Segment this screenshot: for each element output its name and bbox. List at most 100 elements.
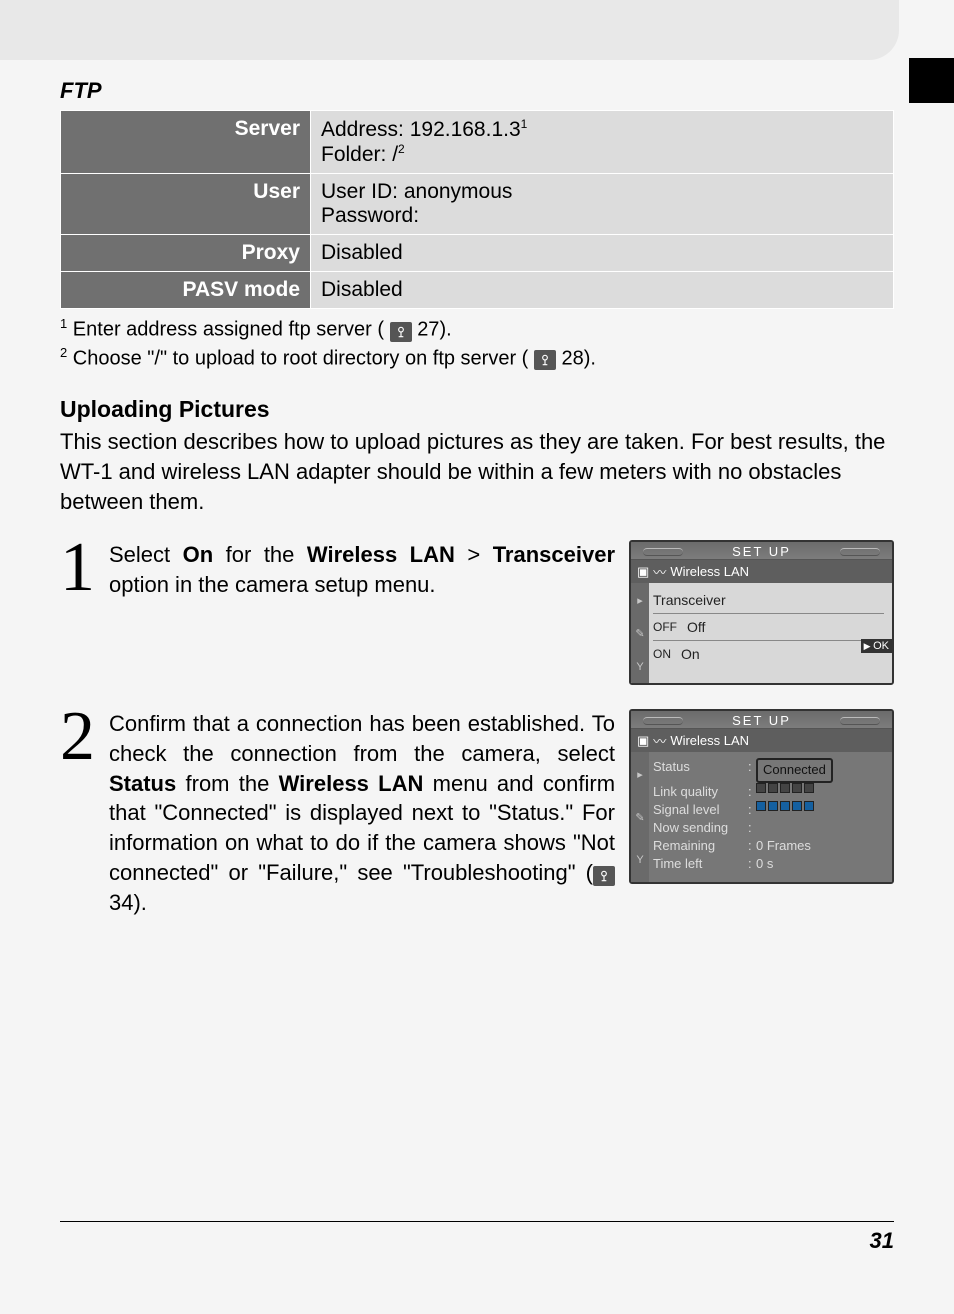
lcd-on-row[interactable]: ON On [653, 643, 884, 665]
wrench-icon: Y [636, 661, 643, 673]
lcd-subtitle-bar: ▣ 〰 Wireless LAN [631, 729, 892, 752]
colon: : [748, 783, 756, 801]
lcd-screenshot-2: SET UP ▣ 〰 Wireless LAN ▸ ✎ Y Status: [629, 709, 894, 917]
footnote-ref-1: 1 [521, 117, 528, 131]
camera-icon: ▸ [637, 594, 643, 607]
page-content: FTP Server Address: 192.168.1.31 Folder:… [0, 60, 954, 917]
lcd-subtitle: Wireless LAN [670, 564, 749, 579]
colon: : [748, 819, 756, 837]
lcd-heading-row: Transceiver [653, 589, 884, 611]
table-row: User User ID: anonymous Password: [61, 174, 894, 235]
pencil-icon: ✎ [635, 627, 644, 640]
server-folder: Folder: / [321, 143, 398, 166]
t: > [455, 542, 493, 567]
user-value: User ID: anonymous Password: [311, 174, 894, 235]
t: from the [176, 771, 278, 796]
bold-menu: Wireless LAN [279, 771, 424, 796]
lcd-side-icons: ▸ ✎ Y [631, 752, 649, 881]
ftp-heading: FTP [60, 78, 894, 104]
separator [653, 640, 884, 641]
t: Select [109, 542, 183, 567]
user-id: User ID: anonymous [321, 180, 512, 203]
signal-level-key: Signal level [653, 801, 748, 819]
bold-on: On [183, 542, 214, 567]
link-quality-bars [756, 783, 814, 801]
t: option in the camera setup menu. [109, 572, 436, 597]
step-number: 2 [60, 709, 95, 917]
step-text: Select On for the Wireless LAN > Transce… [109, 540, 615, 685]
pencil-icon: ✎ [635, 811, 644, 824]
step-1: 1 Select On for the Wireless LAN > Trans… [60, 540, 894, 685]
remaining-key: Remaining [653, 837, 748, 855]
footnotes: 1 Enter address assigned ftp server ( 27… [60, 315, 894, 372]
colon: : [748, 758, 756, 782]
page-number: 31 [870, 1228, 894, 1253]
bold-menu: Wireless LAN [307, 542, 455, 567]
camera-icon: ▸ [637, 768, 643, 781]
pasv-value: Disabled [311, 272, 894, 309]
bold-status: Status [109, 771, 176, 796]
link-quality-row: Link quality: [653, 783, 884, 801]
lcd-body: ▸ ✎ Y Status: Connected Link quality: [631, 752, 892, 881]
section-intro: This section describes how to upload pic… [60, 427, 894, 516]
page-ref-number: 28 [561, 347, 583, 369]
lcd-title: SET UP [631, 711, 892, 729]
lcd-subtitle-bar: ▣ 〰 Wireless LAN [631, 560, 892, 583]
page-edge-tab [909, 58, 954, 103]
page-ref-icon [593, 866, 615, 886]
footnote-text: ). [584, 347, 596, 369]
now-sending-key: Now sending [653, 819, 748, 837]
wireless-icon: 〰 [653, 731, 666, 750]
table-row: Server Address: 192.168.1.31 Folder: /2 [61, 111, 894, 174]
page-footer: 31 [60, 1221, 894, 1254]
lcd-body: ▸ ✎ Y Transceiver OFF Off ON [631, 583, 892, 683]
table-row: PASV mode Disabled [61, 272, 894, 309]
table-row: Proxy Disabled [61, 235, 894, 272]
top-grey-block [0, 0, 899, 60]
play-icon: ▣ [637, 733, 649, 749]
user-label: User [61, 174, 311, 235]
ok-indicator[interactable]: OK [861, 639, 892, 653]
signal-level-bars [756, 801, 814, 819]
now-sending-row: Now sending: [653, 819, 884, 837]
page-ref-number: 34 [109, 890, 133, 915]
status-row: Status: Connected [653, 758, 884, 782]
footnote-2: 2 Choose "/" to upload to root directory… [60, 344, 894, 373]
time-left-key: Time left [653, 855, 748, 873]
section-heading: Uploading Pictures [60, 396, 894, 423]
step-text: Confirm that a connection has been estab… [109, 709, 615, 917]
lcd-frame: SET UP ▣ 〰 Wireless LAN ▸ ✎ Y Status: [629, 709, 894, 883]
footnote-text: ). [439, 319, 451, 341]
bold-option: Transceiver [493, 542, 615, 567]
server-address: Address: 192.168.1.3 [321, 118, 521, 141]
lcd-side-icons: ▸ ✎ Y [631, 583, 649, 683]
off-label: Off [687, 619, 705, 635]
footnote-number: 2 [60, 345, 67, 360]
lcd-screenshot-1: SET UP ▣ 〰 Wireless LAN ▸ ✎ Y Transceive… [629, 540, 894, 685]
lcd-off-row[interactable]: OFF Off [653, 616, 884, 638]
colon: : [748, 855, 756, 873]
lcd-menu-heading: Transceiver [653, 592, 726, 608]
proxy-value: Disabled [311, 235, 894, 272]
lcd-subtitle: Wireless LAN [670, 733, 749, 748]
colon: : [748, 837, 756, 855]
footnote-ref-2: 2 [398, 142, 405, 156]
server-value: Address: 192.168.1.31 Folder: /2 [311, 111, 894, 174]
wireless-icon: 〰 [653, 562, 666, 581]
lcd-title: SET UP [631, 542, 892, 560]
status-grid: Status: Connected Link quality: Signal l… [653, 758, 884, 873]
status-key: Status [653, 758, 748, 782]
off-code: OFF [653, 620, 677, 634]
proxy-label: Proxy [61, 235, 311, 272]
separator [653, 613, 884, 614]
play-icon: ▣ [637, 564, 649, 580]
time-left-row: Time left: 0 s [653, 855, 884, 873]
user-password: Password: [321, 204, 419, 227]
on-label: On [681, 646, 700, 662]
page-ref-icon [534, 350, 556, 370]
step-2: 2 Confirm that a connection has been est… [60, 709, 894, 917]
pasv-label: PASV mode [61, 272, 311, 309]
footnote-text: Choose "/" to upload to root directory o… [73, 347, 529, 369]
step-number: 1 [60, 540, 95, 685]
lcd-frame: SET UP ▣ 〰 Wireless LAN ▸ ✎ Y Transceive… [629, 540, 894, 685]
